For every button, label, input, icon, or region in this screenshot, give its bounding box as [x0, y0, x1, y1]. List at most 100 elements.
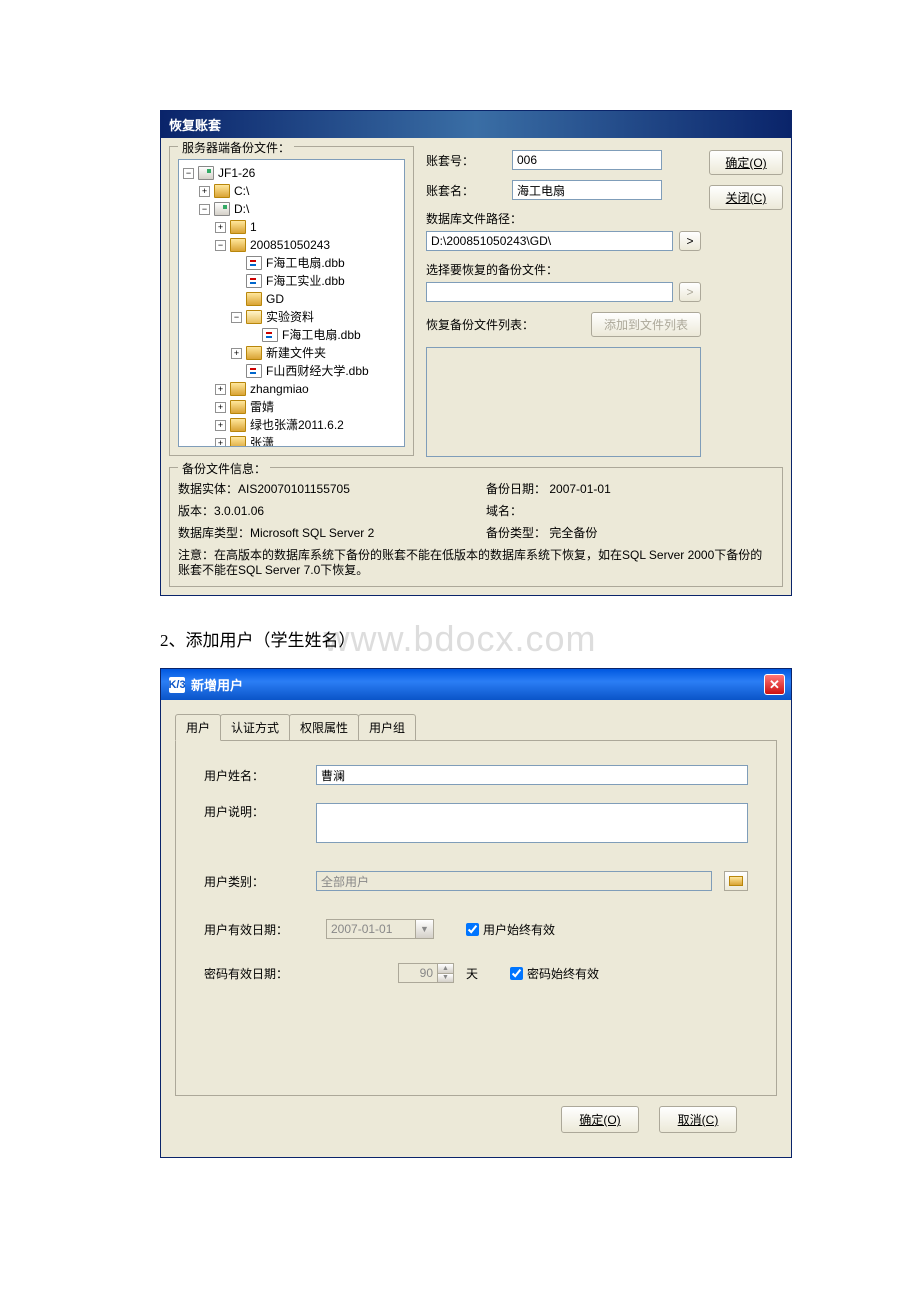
- window-close-button[interactable]: ✕: [764, 674, 785, 695]
- dbb-file-icon: [246, 274, 262, 288]
- folder-icon: [230, 400, 246, 414]
- dialog1-titlebar[interactable]: 恢复账套: [161, 111, 791, 138]
- backuptype-label: 备份类型：: [486, 526, 546, 540]
- backup-info-label: 备份文件信息：: [178, 460, 270, 477]
- account-no-input[interactable]: [512, 150, 662, 170]
- account-name-input[interactable]: [512, 180, 662, 200]
- backup-info-group: 备份文件信息： 数据实体：AIS20070101155705 备份日期： 200…: [169, 467, 783, 587]
- tree-file-shanxi: F山西财经大学.dbb: [266, 362, 369, 380]
- form-panel: 账套号： 账套名： 数据库文件路径： > 选择要恢复的备份文件： >: [422, 146, 701, 457]
- browse-path-button[interactable]: >: [679, 231, 701, 251]
- info-note: 注意：在高版本的数据库系统下备份的账套不能在低版本的数据库系统下恢复，如在SQL…: [178, 548, 774, 578]
- backup-date-label: 备份日期：: [486, 482, 546, 496]
- backup-date-value: 2007-01-01: [549, 482, 610, 496]
- dialog2-ok-button[interactable]: 确定(O): [561, 1106, 639, 1133]
- pwd-always-valid-checkbox[interactable]: 密码始终有效: [510, 965, 599, 982]
- computer-icon: [198, 166, 214, 180]
- pwd-always-valid-input[interactable]: [510, 967, 523, 980]
- backup-file-input[interactable]: [426, 282, 673, 302]
- tree-collapse-icon[interactable]: −: [183, 168, 194, 179]
- user-type-label: 用户类别：: [204, 873, 304, 890]
- tree-file-dianshan: F海工电扇.dbb: [266, 254, 345, 272]
- user-always-valid-checkbox[interactable]: 用户始终有效: [466, 921, 555, 938]
- account-no-label: 账套号：: [426, 152, 506, 169]
- user-always-valid-label: 用户始终有效: [483, 921, 555, 938]
- tree-file-shiye: F海工实业.dbb: [266, 272, 345, 290]
- tree-expand-icon[interactable]: +: [215, 402, 226, 413]
- ok-button[interactable]: 确定(O): [709, 150, 783, 175]
- backup-file-list[interactable]: [426, 347, 701, 457]
- close-button[interactable]: 关闭(C): [709, 185, 783, 210]
- tree-folder-gd: GD: [266, 290, 284, 308]
- version-label: 版本：: [178, 504, 214, 518]
- dialog2-cancel-button[interactable]: 取消(C): [659, 1106, 737, 1133]
- browse-type-button[interactable]: [724, 871, 748, 891]
- folder-icon: [246, 292, 262, 306]
- browse-backup-button[interactable]: >: [679, 282, 701, 302]
- date-dropdown-button: ▼: [416, 919, 434, 939]
- tree-collapse-icon[interactable]: −: [231, 312, 242, 323]
- server-backup-group: 服务器端备份文件： −JF1-26 +C:\ −D:\ +1 −20085105…: [169, 146, 414, 456]
- user-always-valid-input[interactable]: [466, 923, 479, 936]
- tree-expand-icon[interactable]: +: [215, 438, 226, 448]
- tree-folder-main: 200851050243: [250, 236, 330, 254]
- folder-icon: [230, 238, 246, 252]
- spin-up-button: ▲: [438, 964, 453, 974]
- days-unit-label: 天: [466, 965, 478, 982]
- tree-folder-zhangxiao: 张潇: [250, 434, 274, 447]
- tab-group[interactable]: 用户组: [358, 714, 416, 740]
- folder-icon: [230, 436, 246, 447]
- tree-folder-zhangmiao: zhangmiao: [250, 380, 309, 398]
- dialog2-titlebar[interactable]: K/3 新增用户 ✕: [161, 669, 791, 700]
- server-backup-label: 服务器端备份文件：: [178, 139, 294, 156]
- add-to-list-button[interactable]: 添加到文件列表: [591, 312, 701, 337]
- dialog2-title: 新增用户: [191, 675, 243, 694]
- domain-label: 域名：: [486, 504, 522, 518]
- drive-icon: [214, 202, 230, 216]
- restore-account-dialog: 恢复账套 服务器端备份文件： − JF1-26 + C:\ − D:\ +1 − 200…: [160, 110, 792, 596]
- tree-expand-icon[interactable]: +: [215, 384, 226, 395]
- pwd-always-valid-label: 密码始终有效: [527, 965, 599, 982]
- user-desc-textarea[interactable]: [316, 803, 748, 843]
- version-value: 3.0.01.06: [214, 504, 264, 518]
- tree-file-dianshan2: F海工电扇.dbb: [282, 326, 361, 344]
- tree-folder-lvye: 绿也张潇2011.6.2: [250, 416, 344, 434]
- tree-folder-1: 1: [250, 218, 257, 236]
- backup-list-label: 恢复备份文件列表：: [426, 316, 534, 333]
- file-tree[interactable]: − JF1-26 + C:\ − D:\ +1 − 200851050243 F海工电扇…: [178, 159, 405, 447]
- section-heading: 2、添加用户（学生姓名）: [160, 626, 760, 651]
- tab-perm[interactable]: 权限属性: [289, 714, 359, 740]
- tree-c-drive: C:\: [234, 182, 249, 200]
- user-desc-label: 用户说明：: [204, 803, 304, 820]
- user-name-input[interactable]: [316, 765, 748, 785]
- tree-expand-icon[interactable]: +: [231, 348, 242, 359]
- backuptype-value: 完全备份: [549, 526, 597, 540]
- tab-strip: 用户 认证方式 权限属性 用户组: [175, 714, 777, 741]
- tree-expand-icon[interactable]: +: [215, 222, 226, 233]
- folder-icon: [230, 418, 246, 432]
- dbtype-label: 数据库类型：: [178, 526, 250, 540]
- account-name-label: 账套名：: [426, 182, 506, 199]
- folder-open-icon: [246, 310, 262, 324]
- folder-open-icon: [729, 876, 743, 886]
- dialog1-title: 恢复账套: [169, 118, 221, 133]
- tab-content: 用户姓名： 用户说明： 用户类别： 用户有效日期： 2007-01-01 ▼: [175, 741, 777, 1096]
- entity-value: AIS20070101155705: [238, 482, 350, 496]
- tab-user[interactable]: 用户: [175, 714, 221, 741]
- tree-expand-icon[interactable]: +: [199, 186, 210, 197]
- tree-collapse-icon[interactable]: −: [199, 204, 210, 215]
- tree-collapse-icon[interactable]: −: [215, 240, 226, 251]
- db-path-input[interactable]: [426, 231, 673, 251]
- tree-folder-new: 新建文件夹: [266, 344, 326, 362]
- tree-expand-icon[interactable]: +: [215, 420, 226, 431]
- user-name-label: 用户姓名：: [204, 767, 304, 784]
- user-valid-date-label: 用户有效日期：: [204, 921, 314, 938]
- dbb-file-icon: [246, 256, 262, 270]
- dbtype-value: Microsoft SQL Server 2: [250, 526, 374, 540]
- tree-root-label: JF1-26: [218, 164, 255, 182]
- tab-auth[interactable]: 认证方式: [220, 714, 290, 740]
- dbb-file-icon: [246, 364, 262, 378]
- pwd-valid-date-label: 密码有效日期：: [204, 965, 314, 982]
- db-path-label: 数据库文件路径：: [426, 210, 701, 227]
- tree-d-drive: D:\: [234, 200, 249, 218]
